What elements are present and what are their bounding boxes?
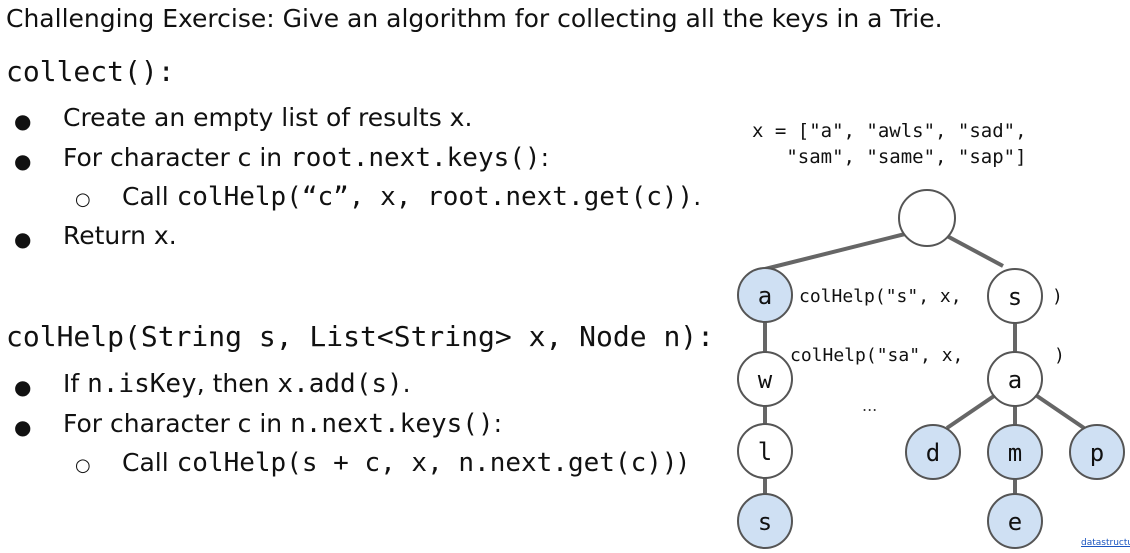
node-label: a: [758, 282, 772, 310]
node-label: p: [1090, 439, 1104, 467]
edge-root-a: [764, 232, 906, 271]
node-label: s: [758, 508, 772, 536]
node-label: a: [1008, 366, 1022, 394]
ellipsis: ...: [862, 396, 877, 415]
colhelp-call-sa: colHelp("sa", x,: [790, 345, 963, 366]
colhelp-call-s-close: ): [1052, 286, 1063, 307]
colhelp-call-sa-close: ): [1054, 345, 1065, 366]
node-label: w: [758, 366, 773, 394]
node-label: d: [926, 439, 940, 467]
edge-a-d: [945, 394, 996, 430]
trie-diagram: a w l s s a d m p e colHelp("s", x, ) co…: [737, 189, 1125, 549]
edge-a-p: [1035, 394, 1086, 430]
trie-root-node: [898, 189, 956, 247]
edge-root-s: [946, 234, 1004, 268]
node-label: l: [758, 438, 772, 466]
node-label: s: [1008, 283, 1022, 311]
colhelp-call-s: colHelp("s", x,: [799, 286, 962, 307]
source-link[interactable]: datastructur: [1081, 538, 1130, 548]
node-label: e: [1008, 508, 1022, 536]
node-label: m: [1008, 439, 1022, 467]
